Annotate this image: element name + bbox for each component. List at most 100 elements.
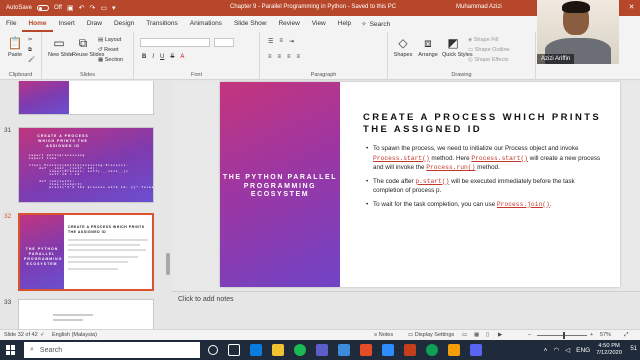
shape-outline-button[interactable]: ▭ Shape Outline (468, 47, 510, 53)
group-drawing: ◇ Shapes ⧈ Arrange ◩ Quick Styles ◈ Shap… (388, 32, 536, 80)
shape-fill-button[interactable]: ◈ Shape Fill (468, 37, 498, 43)
tray-chevron-icon[interactable]: ˄ (544, 347, 548, 354)
arrange-button[interactable]: ⧈ Arrange (416, 36, 440, 58)
tab-draw[interactable]: Draw (81, 16, 108, 32)
tab-file[interactable]: File (0, 16, 22, 32)
ribbon-search-label: Search (369, 20, 391, 28)
vscode-icon[interactable] (338, 344, 350, 356)
clipboard-icon: 📋 (7, 36, 23, 50)
present-icon[interactable]: ▭ (100, 5, 107, 12)
display-settings-button[interactable]: ▭ Display Settings (408, 332, 454, 338)
tab-insert[interactable]: Insert (53, 16, 81, 32)
file-explorer-icon[interactable] (272, 344, 284, 356)
justify-icon[interactable]: ≡ (297, 54, 301, 60)
reuse-slides-button[interactable]: ⧉ Reuse Slides (72, 36, 104, 58)
align-center-icon[interactable]: ≡ (278, 54, 282, 60)
cut-icon[interactable]: ✂ (28, 37, 33, 43)
font-color-icon[interactable]: A (180, 54, 184, 60)
new-slide-button[interactable]: ▭ New Slide (48, 36, 73, 58)
close-icon[interactable]: ✕ (623, 0, 640, 16)
undo-icon[interactable]: ↶ (79, 5, 85, 12)
customize-toolbar-icon[interactable]: ▾ (112, 5, 116, 12)
current-slide[interactable]: THE PYTHON PARALLEL PROGRAMMING ECOSYSTE… (220, 82, 620, 287)
chrome-icon[interactable] (426, 344, 438, 356)
notes-placeholder[interactable]: Click to add notes (178, 296, 234, 303)
italic-icon[interactable]: I (152, 54, 154, 60)
underline-icon[interactable]: U (160, 54, 164, 60)
slide-thumbnail-31[interactable]: CREATE A PROCESS WHICH PRINTS THE ASSIGN… (18, 127, 154, 203)
thumbnails-scrollbar[interactable] (164, 81, 172, 329)
notes-pane[interactable]: Click to add notes (172, 291, 640, 329)
taskbar-search[interactable]: ⌕ Search (24, 342, 200, 358)
strikethrough-icon[interactable]: S (170, 54, 174, 60)
shapes-button[interactable]: ◇ Shapes (392, 36, 414, 58)
format-painter-icon[interactable]: 🖌 (28, 57, 35, 63)
notes-button[interactable]: ≡ Notes (374, 332, 393, 338)
edge-icon[interactable] (250, 344, 262, 356)
slideshow-icon[interactable]: ▶ (498, 332, 502, 338)
slide-sorter-icon[interactable]: ▦ (474, 332, 479, 338)
layout-button[interactable]: ▤ Layout (98, 37, 121, 43)
zoom-slider-handle[interactable] (563, 332, 565, 339)
slide-thumbnail-30[interactable] (18, 81, 154, 115)
app-icon[interactable] (360, 344, 372, 356)
language-status[interactable]: English (Malaysia) (52, 332, 97, 338)
autosave-toggle[interactable] (37, 5, 50, 11)
zoom-app-icon[interactable] (382, 344, 394, 356)
task-view-icon[interactable] (228, 344, 240, 356)
indent-icon[interactable]: ⇥ (289, 38, 294, 45)
notification-count[interactable]: 51 (630, 346, 637, 352)
tab-transitions[interactable]: Transitions (140, 16, 184, 32)
slide-thumbnail-32[interactable]: THE PYTHON PARALLEL PROGRAMMING ECOSYSTE… (18, 213, 154, 291)
user-name[interactable]: Muhammad Azizi (456, 4, 502, 10)
tab-help[interactable]: Help (332, 16, 357, 32)
clock[interactable]: 4:50 PM 7/12/2020 (596, 343, 622, 357)
tab-design[interactable]: Design (108, 16, 140, 32)
font-name-box[interactable] (140, 38, 210, 47)
quick-styles-icon: ◩ (447, 36, 459, 50)
reset-button[interactable]: ↺ Reset (98, 47, 119, 53)
font-size-box[interactable] (214, 38, 234, 47)
zoom-level[interactable]: 57% (600, 332, 611, 338)
slide-title[interactable]: CREATE A PROCESS WHICH PRINTS THE ASSIGN… (363, 112, 603, 135)
tab-review[interactable]: Review (272, 16, 305, 32)
volume-icon[interactable]: ◁ (565, 346, 570, 354)
align-right-icon[interactable]: ≡ (287, 54, 291, 60)
bold-icon[interactable]: B (142, 54, 146, 60)
copy-icon[interactable]: ⧉ (28, 47, 32, 54)
cortana-icon[interactable] (208, 345, 218, 355)
tab-view[interactable]: View (306, 16, 332, 32)
quick-styles-button[interactable]: ◩ Quick Styles (442, 36, 473, 58)
save-icon[interactable]: ▣ (67, 5, 74, 12)
normal-view-icon[interactable]: ▭ (462, 332, 467, 338)
teams-icon[interactable] (316, 344, 328, 356)
app-icon[interactable] (448, 344, 460, 356)
ribbon-search[interactable]: ✧ Search (361, 20, 391, 29)
fit-to-window-icon[interactable]: ⤢ (624, 332, 628, 339)
slide-thumbnail-33[interactable] (18, 299, 154, 329)
tab-home[interactable]: Home (22, 16, 53, 32)
zoom-slider[interactable] (537, 332, 587, 339)
redo-icon[interactable]: ↷ (89, 5, 95, 12)
tab-slide-show[interactable]: Slide Show (228, 16, 273, 32)
slide-bullet-list[interactable]: To spawn the process, we need to initial… (366, 144, 606, 213)
align-left-icon[interactable]: ≡ (268, 54, 272, 60)
zoom-out-icon[interactable]: – (528, 332, 531, 338)
app-icon[interactable] (470, 344, 482, 356)
powerpoint-icon[interactable] (404, 344, 416, 356)
search-icon: ⌕ (30, 346, 34, 353)
wifi-icon[interactable]: ◠ (553, 346, 559, 354)
spotify-icon[interactable] (294, 344, 306, 356)
bullets-icon[interactable]: ☰ (268, 38, 273, 45)
spellcheck-icon[interactable]: ✓ (40, 332, 45, 338)
paste-button[interactable]: 📋 Paste (4, 36, 26, 58)
scrollbar-thumb[interactable] (166, 253, 170, 275)
section-button[interactable]: ▦ Section (98, 57, 123, 63)
zoom-in-icon[interactable]: + (590, 332, 593, 338)
numbering-icon[interactable]: ≡ (279, 38, 283, 45)
windows-start-icon[interactable] (6, 345, 16, 355)
shape-effects-button[interactable]: ◎ Shape Effects (468, 57, 508, 63)
reading-view-icon[interactable]: ▯ (486, 332, 489, 338)
input-language[interactable]: ENG (576, 347, 590, 354)
tab-animations[interactable]: Animations (184, 16, 228, 32)
